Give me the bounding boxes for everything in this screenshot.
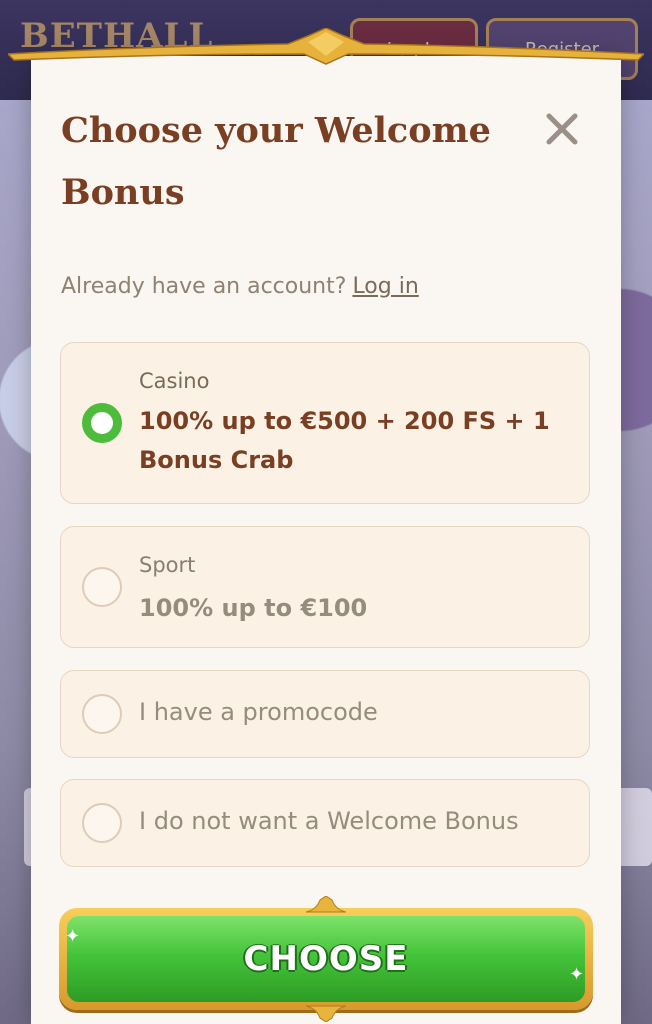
- login-link[interactable]: Log in: [352, 274, 418, 299]
- account-prompt-text: Already have an account?: [61, 274, 347, 299]
- close-icon[interactable]: [541, 108, 583, 150]
- radio-selected[interactable]: [82, 403, 122, 443]
- gold-ornament-icon: [306, 896, 346, 913]
- radio-unselected[interactable]: [82, 567, 122, 607]
- choose-button[interactable]: CHOOSE ✦ ✦: [59, 896, 593, 1022]
- option-label: I have a promocode: [139, 698, 378, 726]
- option-no-bonus[interactable]: I do not want a Welcome Bonus: [60, 779, 590, 867]
- choose-button-label: CHOOSE: [67, 916, 585, 1002]
- sparkle-icon: ✦: [569, 964, 585, 985]
- radio-unselected[interactable]: [82, 803, 122, 843]
- gold-rim-icon: [8, 28, 644, 65]
- option-sport[interactable]: Sport 100% up to €100: [60, 526, 590, 648]
- option-label: I do not want a Welcome Bonus: [139, 807, 519, 835]
- option-label: Casino: [139, 369, 210, 393]
- option-label: Sport: [139, 553, 196, 577]
- option-promocode[interactable]: I have a promocode: [60, 670, 590, 758]
- option-detail: 100% up to €500 + 200 FS + 1 Bonus Crab: [139, 407, 550, 474]
- sparkle-icon: ✦: [65, 926, 81, 947]
- radio-unselected[interactable]: [82, 694, 122, 734]
- option-detail: 100% up to €100: [139, 594, 368, 622]
- account-prompt: Already have an account? Log in: [61, 274, 419, 299]
- welcome-bonus-modal: Choose your Welcome Bonus Already have a…: [31, 56, 621, 1024]
- modal-title: Choose your Welcome Bonus: [61, 110, 491, 213]
- option-casino[interactable]: Casino 100% up to €500 + 200 FS + 1 Bonu…: [60, 342, 590, 504]
- gold-ornament-icon: [306, 1005, 346, 1022]
